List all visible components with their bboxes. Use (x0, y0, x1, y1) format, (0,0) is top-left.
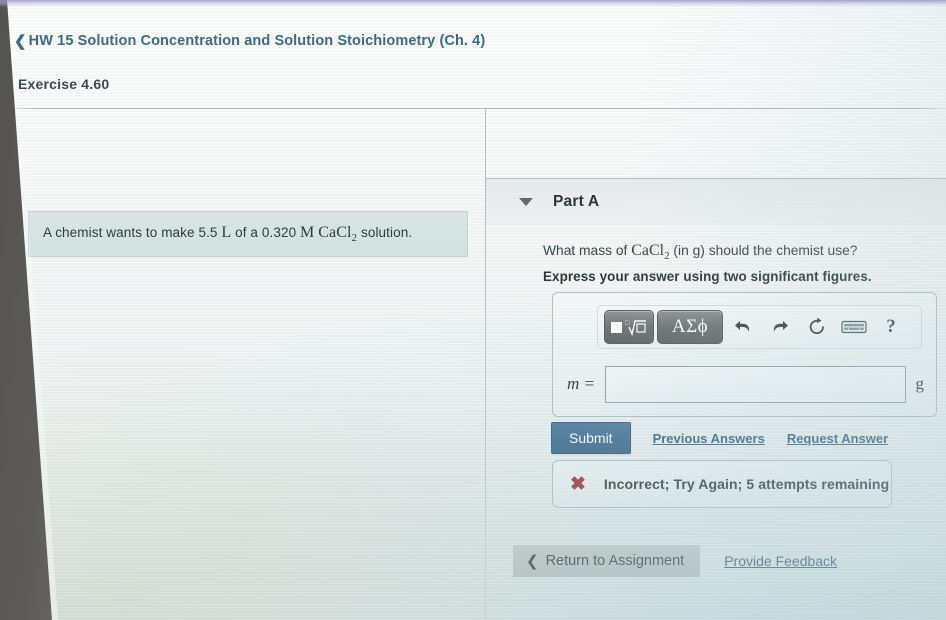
greek-symbols-label: ΑΣϕ (671, 316, 709, 337)
return-to-assignment-button[interactable]: ❮ Return to Assignment (513, 545, 701, 577)
question-instruction: Express your answer using two significan… (543, 269, 872, 284)
screenshot-photo: ❮ HW 15 Solution Concentration and Solut… (0, 0, 946, 620)
question-formula: CaCl2 (631, 242, 670, 263)
breadcrumb[interactable]: ❮ HW 15 Solution Concentration and Solut… (14, 33, 485, 49)
feedback-banner: ✖ Incorrect; Try Again; 5 attempts remai… (552, 460, 892, 508)
provide-feedback-link[interactable]: Provide Feedback (724, 553, 837, 569)
help-button[interactable]: ? (874, 311, 908, 343)
question-text: What mass of CaCl2 (in g) should the che… (543, 242, 857, 262)
return-to-assignment-label: Return to Assignment (545, 553, 685, 569)
submit-row: Submit Previous Answers Request Answer (551, 422, 888, 454)
x-mark-icon: ✖ (570, 473, 586, 495)
part-title: Part A (553, 193, 600, 210)
problem-molarity-unit: M (300, 223, 315, 241)
request-answer-link[interactable]: Request Answer (787, 431, 888, 446)
problem-text-before: A chemist wants to make 5.5 (43, 224, 218, 240)
bottom-action-row: ❮ Return to Assignment Provide Feedback (513, 545, 837, 577)
redo-arrow-icon[interactable] (763, 311, 797, 343)
breadcrumb-label: HW 15 Solution Concentration and Solutio… (28, 33, 486, 49)
greek-symbols-button[interactable]: ΑΣϕ (657, 310, 723, 344)
caret-down-icon[interactable] (519, 198, 533, 206)
problem-text-after: solution. (361, 224, 413, 240)
answer-input[interactable] (605, 365, 906, 403)
keyboard-icon[interactable] (837, 311, 871, 343)
help-label: ? (886, 316, 896, 337)
reset-circular-arrow-icon[interactable] (800, 311, 834, 343)
problem-statement-panel: A chemist wants to make 5.5 L of a 0.320… (28, 211, 468, 257)
answer-label: m = (567, 374, 595, 393)
part-header[interactable]: Part A (519, 193, 599, 211)
answer-box: □ ΑΣϕ ? m = g (552, 292, 937, 417)
page-title: Exercise 4.60 (18, 76, 110, 92)
chevron-left-icon: ❮ (14, 32, 27, 50)
problem-volume-unit: L (221, 223, 232, 241)
problem-statement-text: A chemist wants to make 5.5 L of a 0.320… (43, 224, 412, 244)
question-text-before: What mass of (543, 243, 628, 258)
submit-button[interactable]: Submit (551, 422, 631, 454)
undo-arrow-icon[interactable] (726, 311, 760, 343)
header-divider (0, 108, 946, 109)
nth-root-icon: □ (625, 319, 646, 337)
math-template-button[interactable]: □ (604, 310, 654, 344)
question-text-after: (in g) should the chemist use? (673, 243, 858, 258)
answer-unit: g (915, 374, 925, 393)
math-toolbar: □ ΑΣϕ ? (597, 305, 922, 349)
problem-formula: CaCl2 (318, 223, 358, 245)
feedback-message: Incorrect; Try Again; 5 attempts remaini… (603, 476, 890, 492)
page-content: ❮ HW 15 Solution Concentration and Solut… (0, 0, 946, 620)
problem-text-mid: of a 0.320 (235, 224, 297, 240)
answer-input-row: m = g (553, 361, 936, 407)
filled-square-icon (611, 321, 622, 333)
chevron-left-icon: ❮ (526, 552, 539, 570)
svg-text:□: □ (625, 319, 630, 327)
previous-answers-link[interactable]: Previous Answers (653, 431, 765, 446)
